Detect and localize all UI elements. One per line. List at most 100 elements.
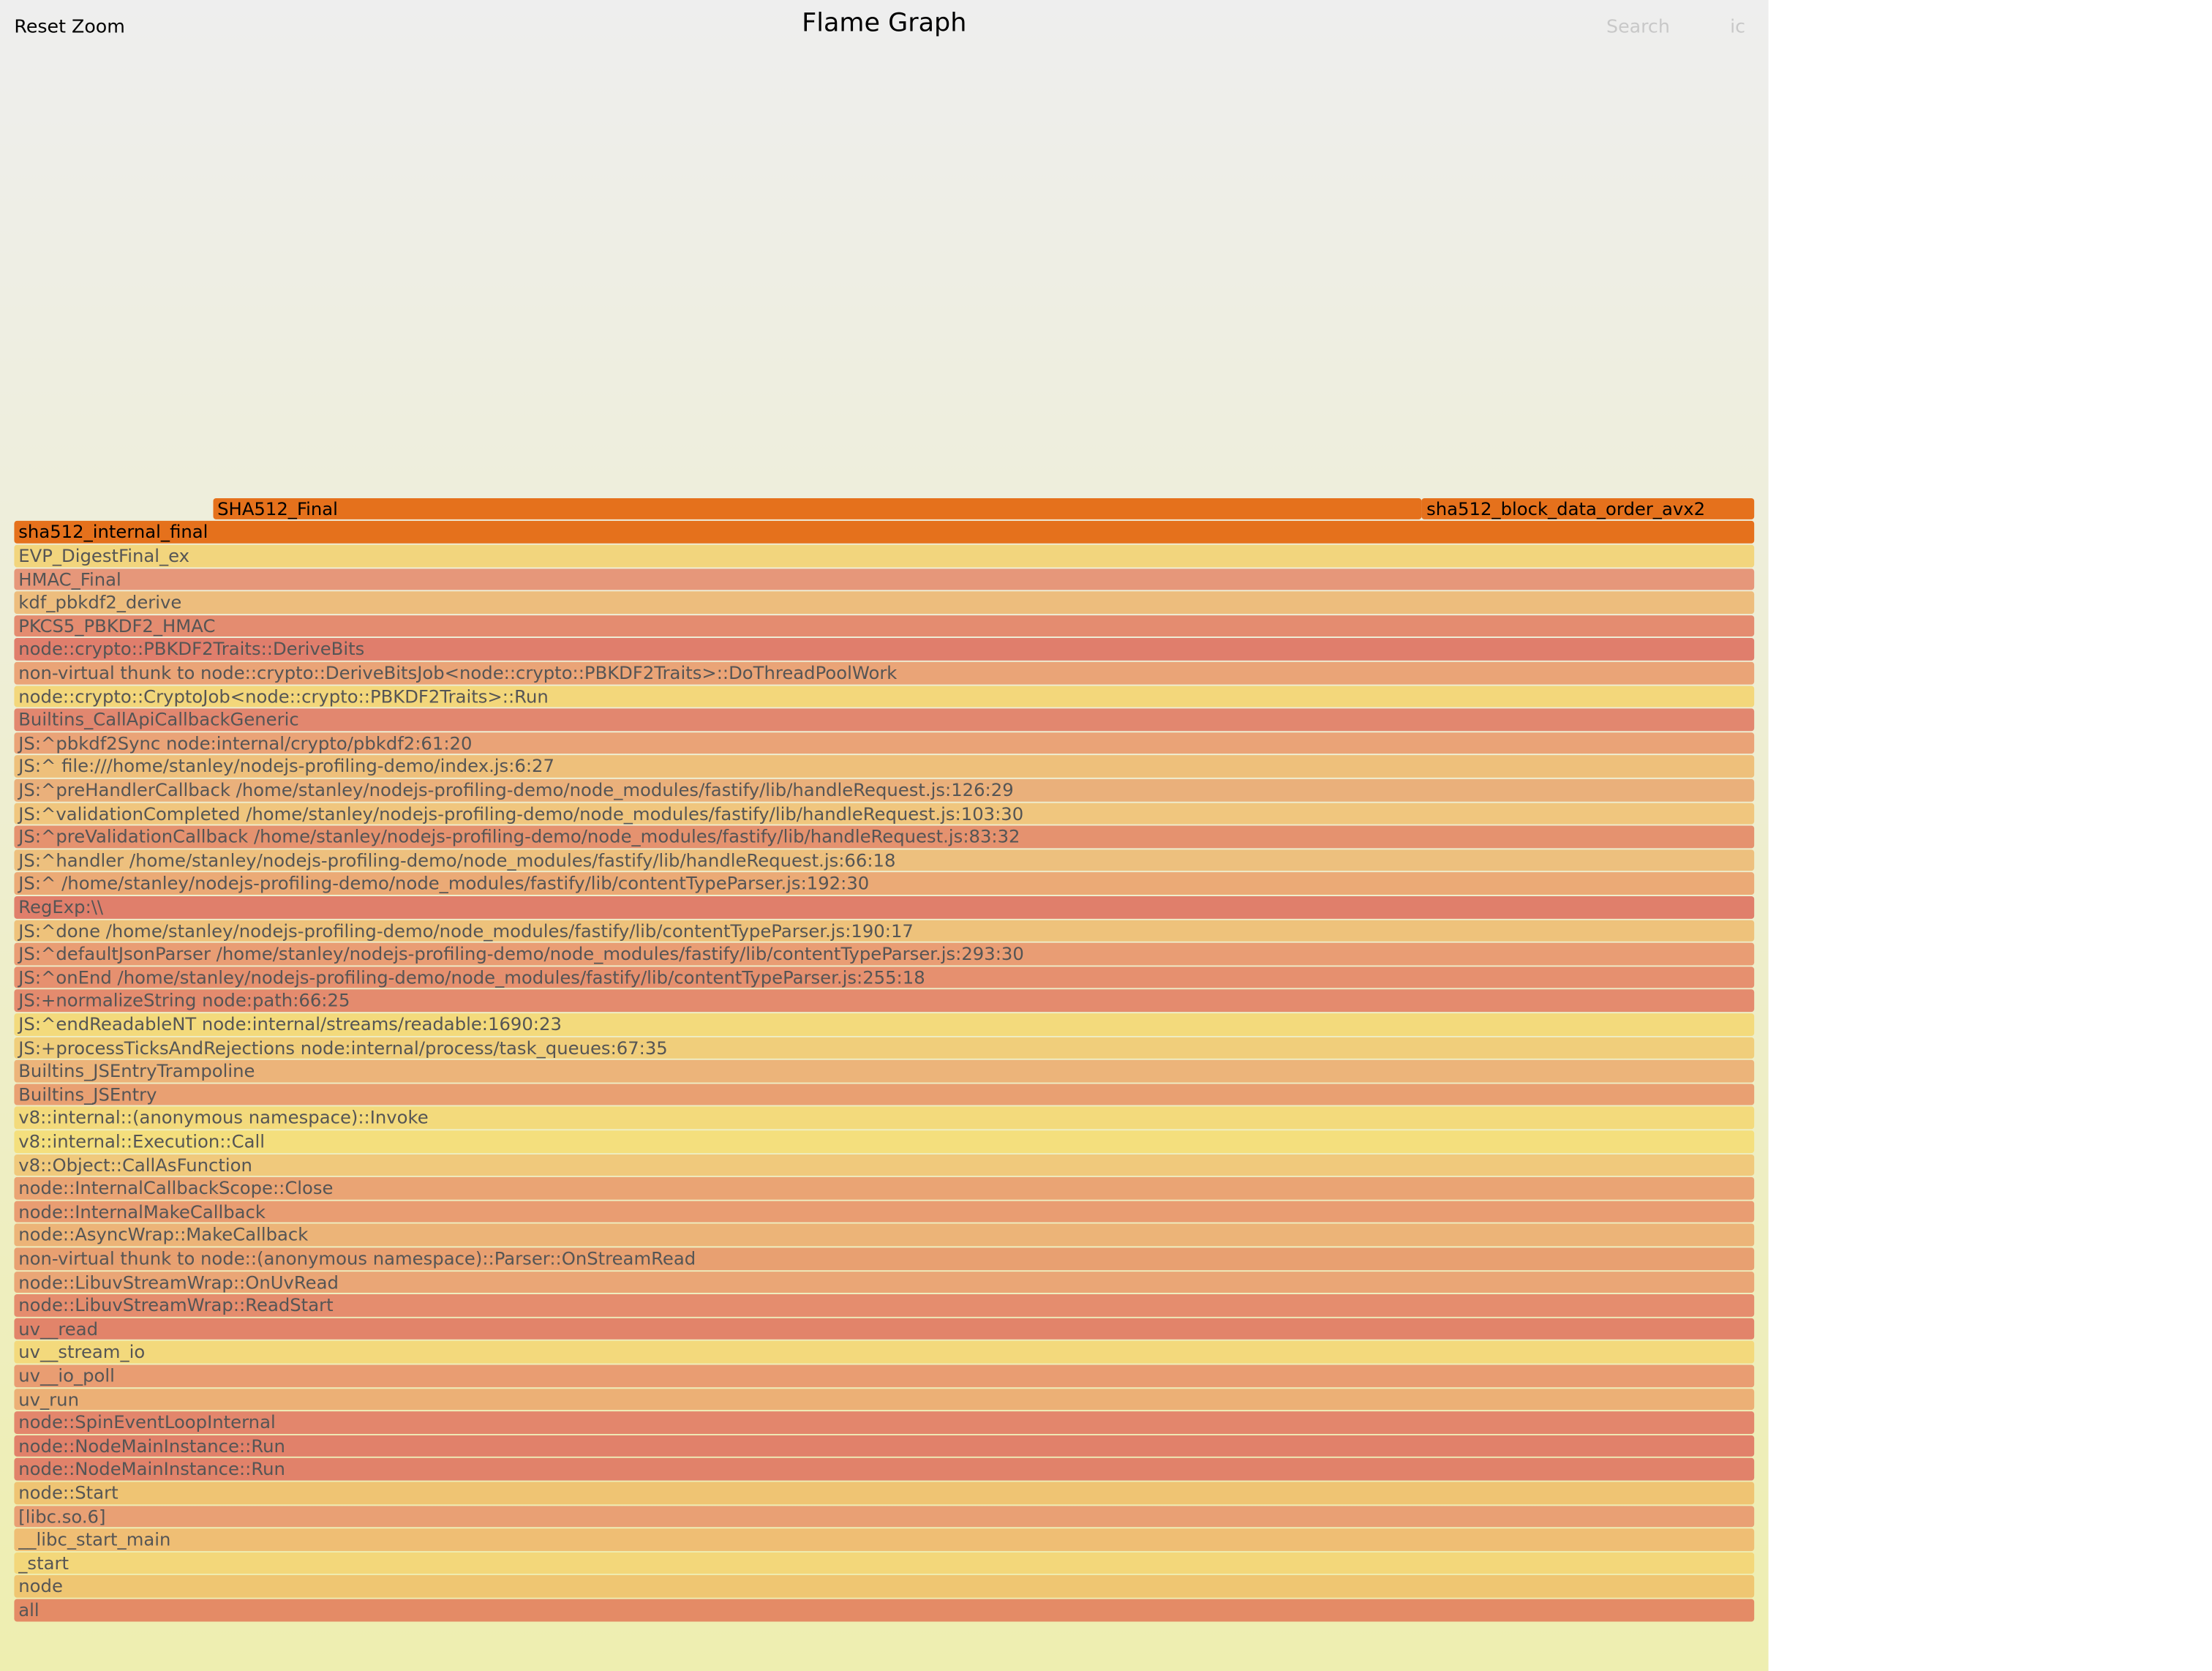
flame-frame-label: node (18, 1575, 63, 1597)
flame-frame[interactable]: non-virtual thunk to node::(anonymous na… (14, 1247, 1755, 1270)
flame-frame-label: JS:^endReadableNT node:internal/streams/… (18, 1013, 562, 1035)
flame-frame[interactable]: node::SpinEventLoopInternal (14, 1411, 1755, 1434)
flame-frame[interactable]: kdf_pbkdf2_derive (14, 591, 1755, 614)
flame-frame[interactable]: node::InternalCallbackScope::Close (14, 1177, 1755, 1200)
flame-frame-label: node::NodeMainInstance::Run (18, 1435, 285, 1457)
flame-frame[interactable]: node::AsyncWrap::MakeCallback (14, 1224, 1755, 1247)
flame-frame-label: node::SpinEventLoopInternal (18, 1411, 276, 1433)
flame-frame[interactable]: node::InternalMakeCallback (14, 1201, 1755, 1223)
flame-frame[interactable]: node (14, 1575, 1755, 1598)
flame-frame[interactable]: JS:^onEnd /home/stanley/nodejs-profiling… (14, 966, 1755, 988)
flame-frame-label: node::crypto::CryptoJob<node::crypto::PB… (18, 685, 549, 707)
flame-frame-label: PKCS5_PBKDF2_HMAC (18, 615, 216, 637)
flame-frame-label: HMAC_Final (18, 568, 121, 590)
flame-frame[interactable]: node::NodeMainInstance::Run (14, 1435, 1755, 1457)
flame-frame-label: RegExp:\\ (18, 895, 104, 917)
flame-frame[interactable]: sha512_internal_final (14, 521, 1755, 544)
flame-frame[interactable]: non-virtual thunk to node::crypto::Deriv… (14, 661, 1755, 684)
flame-frame-label: JS:^ file:///home/stanley/nodejs-profili… (18, 755, 554, 777)
flame-frame-label: uv__io_poll (18, 1364, 115, 1386)
flame-frame[interactable]: uv__stream_io (14, 1341, 1755, 1364)
flame-frame[interactable]: JS:^done /home/stanley/nodejs-profiling-… (14, 919, 1755, 942)
flame-frame-label: _start (18, 1552, 69, 1574)
flame-frame-label: JS:+processTicksAndRejections node:inter… (18, 1037, 668, 1059)
flame-frame[interactable]: JS:+normalizeString node:path:66:25 (14, 990, 1755, 1012)
flame-frame-label: JS:^defaultJsonParser /home/stanley/node… (18, 943, 1024, 964)
flame-frame[interactable]: node::LibuvStreamWrap::OnUvRead (14, 1271, 1755, 1293)
flame-frame-label: non-virtual thunk to node::(anonymous na… (18, 1247, 696, 1269)
flame-frame-label: node::AsyncWrap::MakeCallback (18, 1224, 309, 1246)
flame-frame[interactable]: Builtins_JSEntry (14, 1084, 1755, 1106)
flame-frame-label: v8::internal::Execution::Call (18, 1130, 265, 1152)
flame-frame-label: non-virtual thunk to node::crypto::Deriv… (18, 661, 898, 683)
flame-frame[interactable]: JS:+processTicksAndRejections node:inter… (14, 1037, 1755, 1059)
flame-frame[interactable]: uv_run (14, 1388, 1755, 1411)
flame-frame-label: uv__read (18, 1318, 99, 1340)
flame-frame-label: JS:^pbkdf2Sync node:internal/crypto/pbkd… (18, 732, 473, 754)
flame-frame-label: EVP_DigestFinal_ex (18, 544, 190, 566)
flame-frame[interactable]: _start (14, 1552, 1755, 1574)
flame-frame[interactable]: JS:^validationCompleted /home/stanley/no… (14, 802, 1755, 825)
flame-frame[interactable]: node::crypto::CryptoJob<node::crypto::PB… (14, 685, 1755, 707)
flame-frame-label: JS:^onEnd /home/stanley/nodejs-profiling… (18, 966, 925, 988)
flame-frame[interactable]: node::LibuvStreamWrap::ReadStart (14, 1294, 1755, 1317)
flame-frame[interactable]: JS:^handler /home/stanley/nodejs-profili… (14, 849, 1755, 871)
flame-frame-label: v8::internal::(anonymous namespace)::Inv… (18, 1107, 429, 1129)
flame-frame-label: kdf_pbkdf2_derive (18, 591, 182, 613)
flame-frame-label: v8::Object::CallAsFunction (18, 1154, 252, 1176)
flame-frame-label: uv__stream_io (18, 1341, 146, 1363)
flame-frame[interactable]: v8::internal::(anonymous namespace)::Inv… (14, 1107, 1755, 1130)
flame-frame-label: node::InternalMakeCallback (18, 1201, 266, 1223)
flame-frame-label: Builtins_JSEntry (18, 1084, 157, 1105)
flame-frame-label: __libc_start_main (18, 1528, 171, 1550)
flame-frame-label: JS:^handler /home/stanley/nodejs-profili… (18, 849, 896, 871)
flame-frame[interactable]: JS:^preValidationCallback /home/stanley/… (14, 825, 1755, 848)
flame-frame-label: Builtins_JSEntryTrampoline (18, 1060, 255, 1082)
flame-frame-label: node::NodeMainInstance::Run (18, 1458, 285, 1480)
flame-frame-label: node::InternalCallbackScope::Close (18, 1177, 334, 1199)
flame-frame-label: node::LibuvStreamWrap::ReadStart (18, 1294, 334, 1316)
flame-frame[interactable]: node::Start (14, 1482, 1755, 1504)
flame-frame-label: [libc.so.6] (18, 1505, 106, 1527)
flame-frame-label: sha512_internal_final (18, 521, 208, 543)
flame-frame[interactable]: uv__io_poll (14, 1364, 1755, 1387)
flame-frame[interactable]: JS:^endReadableNT node:internal/streams/… (14, 1013, 1755, 1035)
flame-frame[interactable]: PKCS5_PBKDF2_HMAC (14, 615, 1755, 637)
flame-frame[interactable]: JS:^ /home/stanley/nodejs-profiling-demo… (14, 872, 1755, 895)
flame-frame-label: Builtins_CallApiCallbackGeneric (18, 708, 299, 730)
flame-frame[interactable]: [libc.so.6] (14, 1505, 1755, 1528)
flame-frame[interactable]: uv__read (14, 1318, 1755, 1340)
flame-frame[interactable]: JS:^defaultJsonParser /home/stanley/node… (14, 943, 1755, 965)
flame-frame-label: JS:+normalizeString node:path:66:25 (18, 990, 350, 1011)
flame-frames: SHA512_Final sha512_block_data_order_avx2… (0, 0, 1769, 1671)
flame-frame[interactable]: __libc_start_main (14, 1528, 1755, 1551)
flame-frame-label: all (18, 1599, 40, 1621)
flame-frame-label: SHA512_Final (217, 497, 338, 519)
flame-frame-label: JS:^validationCompleted /home/stanley/no… (18, 802, 1024, 824)
flame-frame[interactable]: JS:^ file:///home/stanley/nodejs-profili… (14, 755, 1755, 778)
flame-frame[interactable]: JS:^preHandlerCallback /home/stanley/nod… (14, 778, 1755, 801)
flame-frame[interactable]: v8::internal::Execution::Call (14, 1130, 1755, 1153)
flame-frame-label: JS:^ /home/stanley/nodejs-profiling-demo… (18, 872, 870, 894)
flame-frame-label: sha512_block_data_order_avx2 (1426, 497, 1706, 519)
flame-frame[interactable]: JS:^pbkdf2Sync node:internal/crypto/pbkd… (14, 732, 1755, 754)
flame-frame-label: JS:^preHandlerCallback /home/stanley/nod… (18, 778, 1014, 800)
flame-frame[interactable]: node::NodeMainInstance::Run (14, 1458, 1755, 1481)
flame-graph-canvas: Reset Zoom Flame Graph Search ic SHA512_… (0, 0, 1769, 1671)
flame-frame[interactable]: all (14, 1599, 1755, 1621)
flame-frame[interactable]: sha512_block_data_order_avx2 (1422, 497, 1755, 520)
flame-frame-label: JS:^preValidationCallback /home/stanley/… (18, 825, 1020, 847)
flame-frame-label: JS:^done /home/stanley/nodejs-profiling-… (18, 919, 914, 941)
flame-frame[interactable]: node::crypto::PBKDF2Traits::DeriveBits (14, 638, 1755, 661)
flame-frame[interactable]: EVP_DigestFinal_ex (14, 544, 1755, 567)
flame-frame[interactable]: HMAC_Final (14, 568, 1755, 590)
flame-frame[interactable]: RegExp:\\ (14, 895, 1755, 918)
flame-frame[interactable]: SHA512_Final (213, 497, 1423, 520)
flame-frame-label: node::crypto::PBKDF2Traits::DeriveBits (18, 638, 365, 660)
flame-frame-label: node::Start (18, 1482, 118, 1503)
flame-frame-label: uv_run (18, 1388, 79, 1410)
flame-frame[interactable]: Builtins_CallApiCallbackGeneric (14, 708, 1755, 731)
flame-frame-label: node::LibuvStreamWrap::OnUvRead (18, 1271, 339, 1293)
flame-frame[interactable]: v8::Object::CallAsFunction (14, 1154, 1755, 1176)
flame-frame[interactable]: Builtins_JSEntryTrampoline (14, 1060, 1755, 1083)
